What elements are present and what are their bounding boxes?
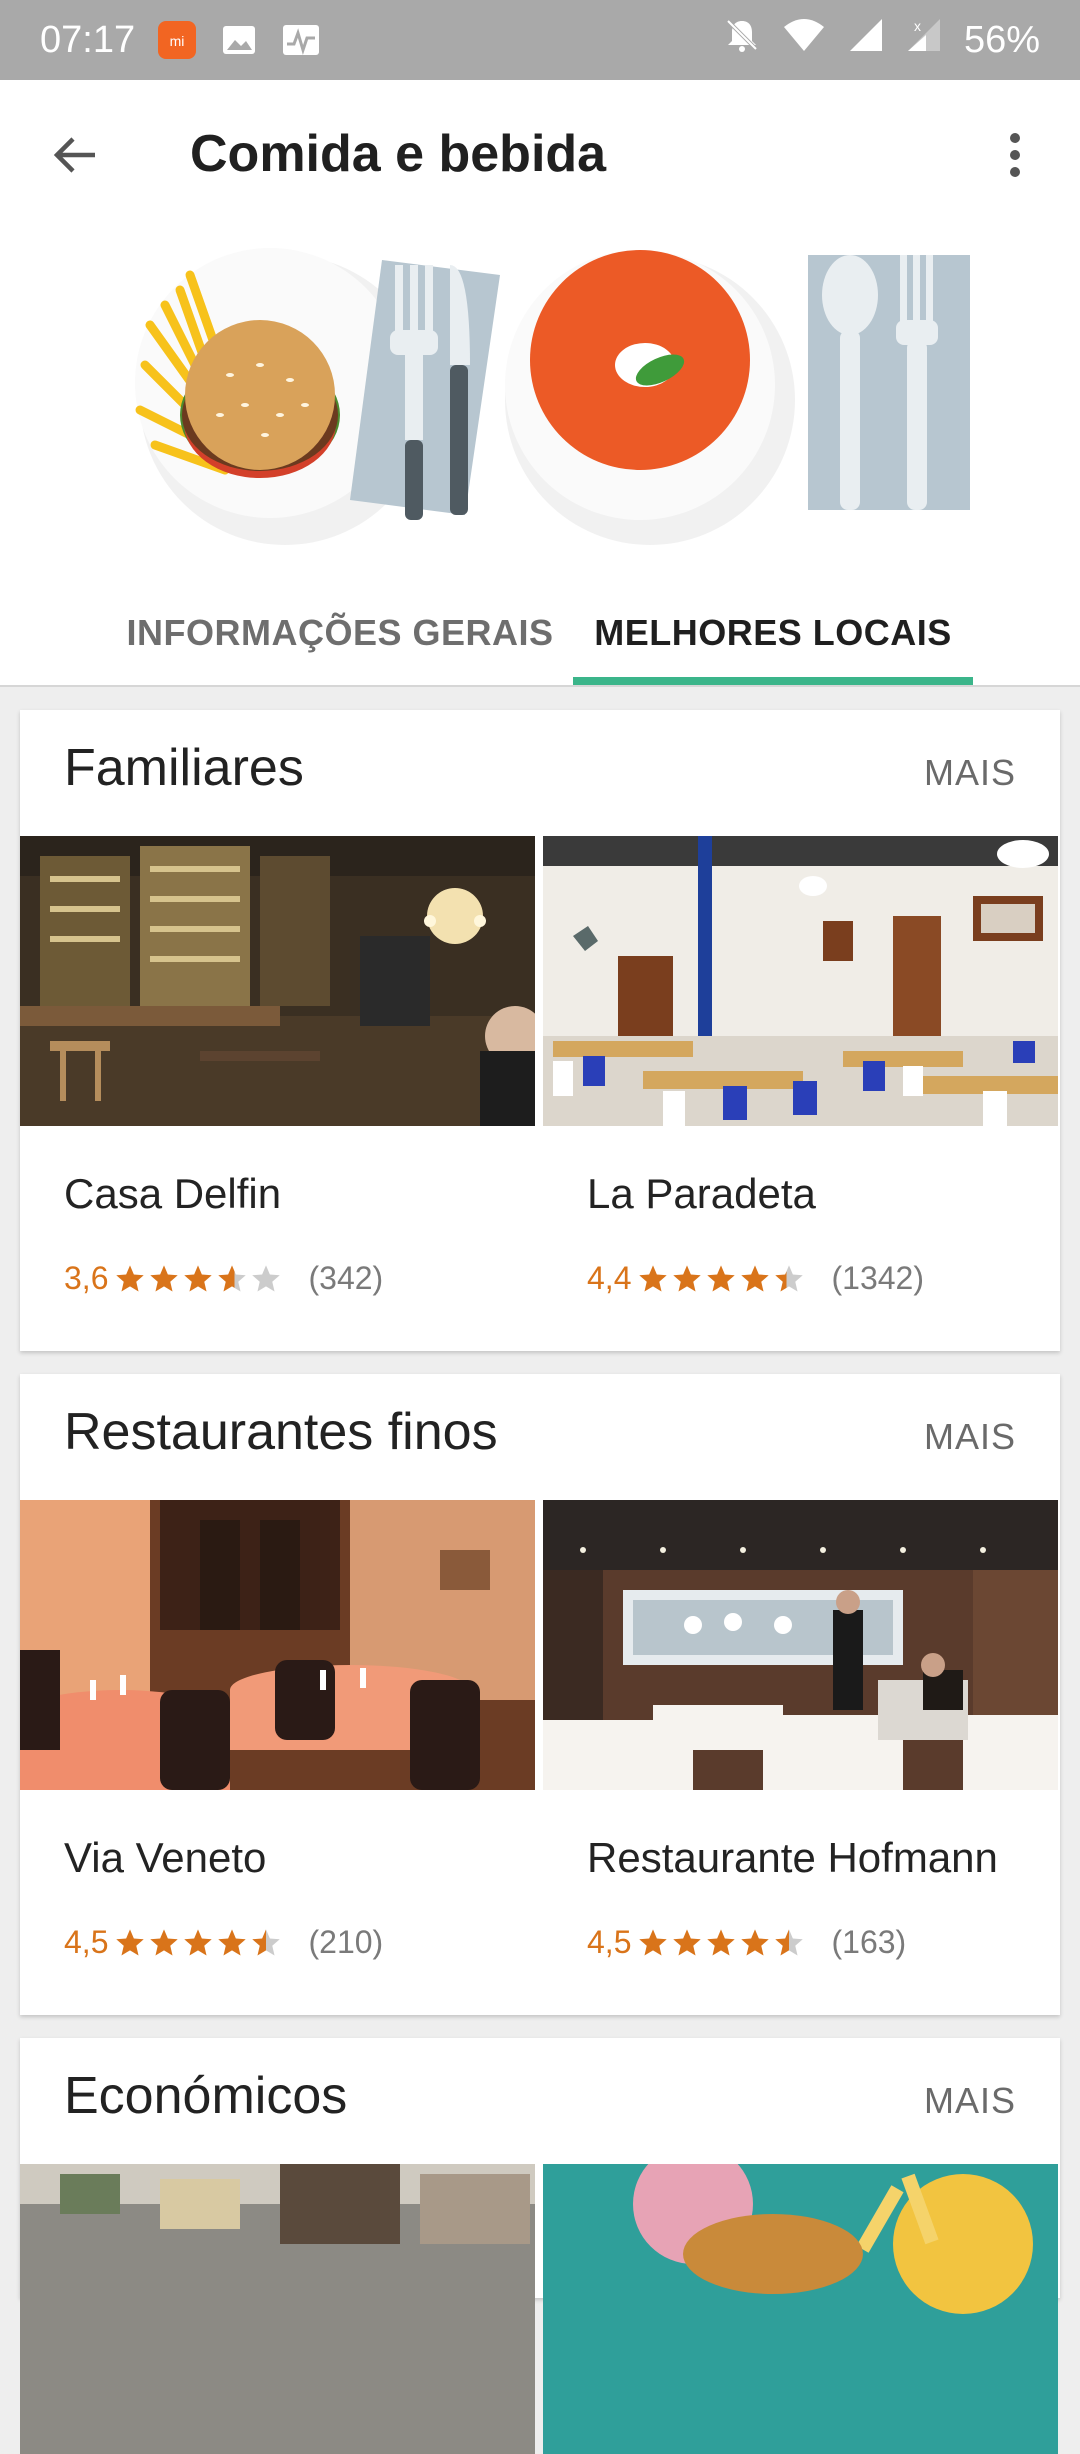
review-count: (210) xyxy=(308,1924,384,1960)
place-name[interactable]: Restaurante Hofmann xyxy=(587,1834,998,1882)
star-icon xyxy=(218,1264,247,1292)
tab-bar: INFORMAÇÕES GERAIS MELHORES LOCAIS xyxy=(0,580,1080,685)
star-icon xyxy=(252,1264,281,1292)
more-link[interactable]: MAIS xyxy=(924,1416,1016,1458)
star-icon xyxy=(639,1264,668,1292)
mute-icon xyxy=(724,17,760,63)
star-icon xyxy=(775,1264,804,1292)
star-icon xyxy=(673,1928,702,1956)
back-button[interactable] xyxy=(40,120,110,190)
place-rating: 4,5 (163) xyxy=(587,1924,906,1961)
place-name[interactable]: Casa Delfin xyxy=(64,1170,281,1218)
status-bar: 07:17 mi x 56% xyxy=(0,0,1080,80)
image-icon xyxy=(219,20,259,60)
star-icon xyxy=(150,1928,179,1956)
activity-icon xyxy=(281,20,321,60)
star-icon xyxy=(639,1928,668,1956)
place-photo[interactable] xyxy=(20,2164,535,2454)
no-signal-icon: x xyxy=(906,17,942,63)
battery-level: 56% xyxy=(963,18,1040,61)
section-title: Restaurantes finos xyxy=(64,1403,498,1461)
arrow-back-icon xyxy=(53,137,95,173)
review-count: (342) xyxy=(308,1260,384,1296)
place-rating: 4,5 (210) xyxy=(64,1924,383,1961)
tab-indicator xyxy=(573,677,973,685)
star-icon xyxy=(673,1264,702,1292)
place-rating: 3,6 (342) xyxy=(64,1260,383,1297)
more-link[interactable]: MAIS xyxy=(924,752,1016,794)
tab-best-places[interactable]: MELHORES LOCAIS xyxy=(573,580,973,685)
more-vert-icon xyxy=(1010,133,1020,177)
status-time: 07:17 xyxy=(40,18,136,61)
place-photo[interactable] xyxy=(543,2164,1058,2454)
star-icon xyxy=(150,1264,179,1292)
rating-stars xyxy=(637,1927,805,1959)
star-icon xyxy=(707,1264,736,1292)
star-icon xyxy=(252,1928,281,1956)
star-icon xyxy=(184,1928,213,1956)
place-photo-restaurante-hofmann[interactable] xyxy=(543,1500,1058,1790)
place-name[interactable]: Via Veneto xyxy=(64,1834,266,1882)
review-count: (1342) xyxy=(831,1260,924,1296)
section-title: Familiares xyxy=(64,739,304,797)
rating-stars xyxy=(637,1263,805,1295)
star-icon xyxy=(741,1928,770,1956)
section-card-economicos: Económicos MAIS xyxy=(20,2038,1060,2454)
toolbar: Comida e bebida xyxy=(0,80,1080,230)
place-photo-casa-delfin[interactable] xyxy=(20,836,535,1126)
place-photo-la-paradeta[interactable] xyxy=(543,836,1058,1126)
wifi-icon xyxy=(782,17,826,63)
app-header: Comida e bebida INFORMAÇÕES GERAIS MELHO… xyxy=(0,80,1080,687)
rating-value: 3,6 xyxy=(64,1260,109,1296)
more-options-button[interactable] xyxy=(980,120,1050,190)
section-card-familiares: Familiares MAIS Casa Delfin 3,6 (342) La… xyxy=(20,710,1060,1351)
review-count: (163) xyxy=(831,1924,907,1960)
section-card-restaurantes-finos: Restaurantes finos MAIS Via Veneto 4,5 (… xyxy=(20,1374,1060,2015)
place-name[interactable]: La Paradeta xyxy=(587,1170,816,1218)
place-photo-via-veneto[interactable] xyxy=(20,1500,535,1790)
star-icon xyxy=(116,1928,145,1956)
star-icon xyxy=(116,1264,145,1292)
place-rating: 4,4 (1342) xyxy=(587,1260,924,1297)
tab-general-info[interactable]: INFORMAÇÕES GERAIS xyxy=(120,580,560,685)
app-notification-icon: mi xyxy=(157,20,197,60)
signal-icon xyxy=(848,17,884,63)
rating-value: 4,4 xyxy=(587,1260,632,1296)
star-icon xyxy=(707,1928,736,1956)
svg-text:x: x xyxy=(914,18,921,34)
star-icon xyxy=(184,1264,213,1292)
star-icon xyxy=(218,1928,247,1956)
rating-stars xyxy=(114,1263,282,1295)
rating-value: 4,5 xyxy=(64,1924,109,1960)
star-icon xyxy=(741,1264,770,1292)
page-title: Comida e bebida xyxy=(190,125,607,183)
svg-text:mi: mi xyxy=(170,33,185,49)
star-icon xyxy=(775,1928,804,1956)
section-title: Económicos xyxy=(64,2067,348,2125)
more-link[interactable]: MAIS xyxy=(924,2080,1016,2122)
rating-stars xyxy=(114,1927,282,1959)
rating-value: 4,5 xyxy=(587,1924,632,1960)
